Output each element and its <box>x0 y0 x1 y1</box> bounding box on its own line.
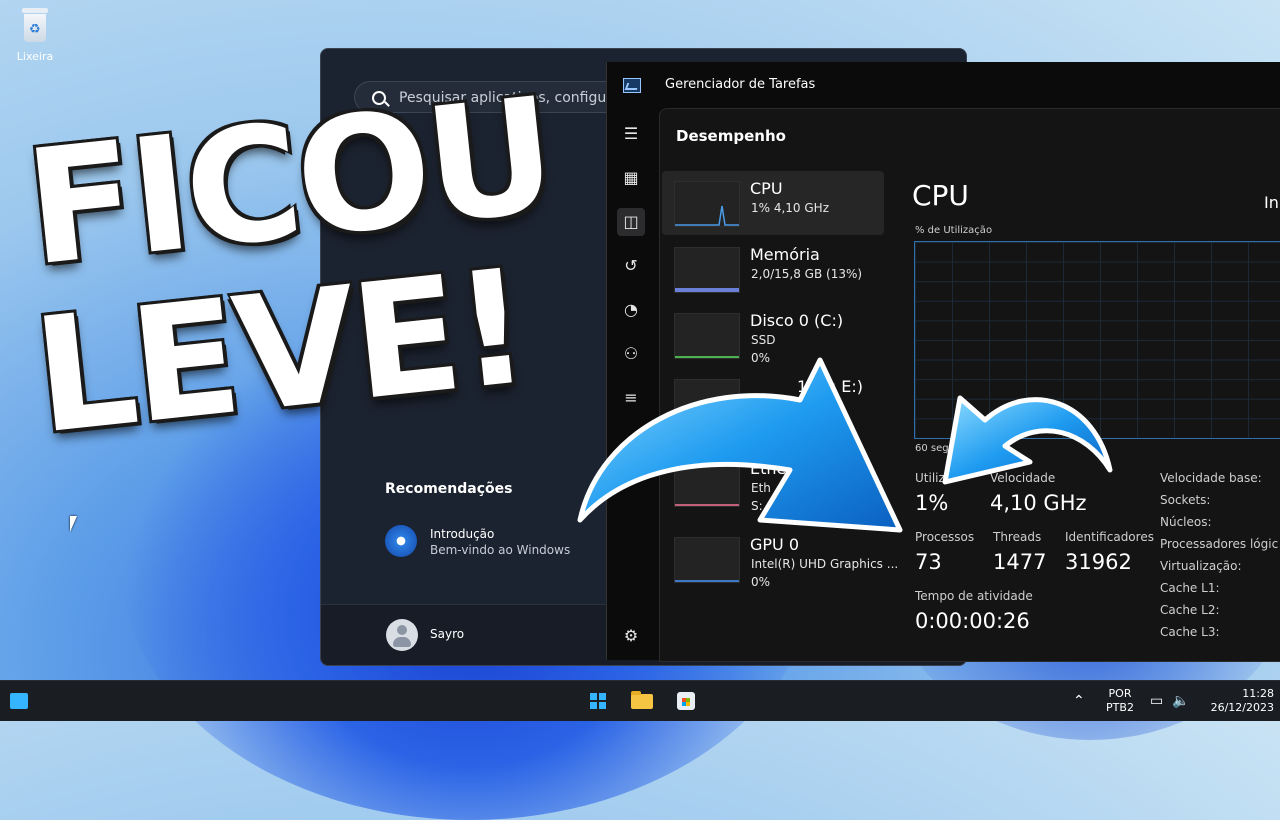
store-button[interactable] <box>671 687 701 715</box>
spec-label: Núcleos: <box>1160 515 1212 529</box>
mouse-cursor-icon <box>70 516 77 532</box>
show-hidden-icons-chevron-icon[interactable]: ⌃ <box>1073 693 1085 709</box>
uptime-value: 0:00:00:26 <box>915 609 1030 633</box>
perf-item-name: CPU <box>750 179 783 198</box>
task-manager-icon <box>623 78 641 93</box>
spec-label: Virtualização: <box>1160 559 1242 573</box>
perf-item-detail: SSD <box>751 333 776 347</box>
file-explorer-button[interactable] <box>627 687 657 715</box>
threads-value: 1477 <box>993 550 1047 574</box>
threads-label: Threads <box>993 530 1042 544</box>
perf-item-disk-c[interactable]: Disco 0 (C:) SSD 0% <box>662 303 884 367</box>
perf-item-detail: 2,0/15,8 GB (13%) <box>751 267 863 281</box>
recycle-bin-icon: ♻ <box>20 8 50 44</box>
spec-label: Velocidade base: <box>1160 471 1262 485</box>
processes-label: Processos <box>915 530 975 544</box>
start-button[interactable] <box>583 687 613 715</box>
cpu-model: In <box>1264 193 1279 212</box>
get-started-icon <box>385 525 417 557</box>
volume-icon[interactable]: 🔈 <box>1172 693 1189 709</box>
settings-gear-icon[interactable]: ⚙ <box>617 622 645 650</box>
clock[interactable]: 11:28 26/12/2023 <box>1202 687 1274 715</box>
language-code: POR <box>1108 687 1132 700</box>
detail-title: CPU <box>912 179 969 212</box>
recycle-bin-shortcut[interactable]: ♻ Lixeira <box>10 8 60 63</box>
taskbar: ⌃ POR PTB2 ▭ 🔈 11:28 26/12/2023 <box>0 680 1280 721</box>
users-icon[interactable]: ⚇ <box>617 340 645 368</box>
perf-item-name: GPU 0 <box>750 535 800 554</box>
perf-item-name: Disco 0 (C:) <box>750 311 844 330</box>
processes-value: 73 <box>915 550 942 574</box>
recommendation-subtitle: Bem-vindo ao Windows <box>430 543 571 557</box>
perf-item-cpu[interactable]: CPU 1% 4,10 GHz <box>662 171 884 235</box>
utilization-label: Utiliz <box>915 471 945 485</box>
cpu-thumb-graph <box>675 205 739 226</box>
perf-item-gpu[interactable]: GPU 0 Intel(R) UHD Graphics ... 0% <box>662 527 898 591</box>
perf-item-value: 0% <box>751 351 771 365</box>
perf-item-ethernet[interactable]: Ether Eth S: 0 <box>662 451 884 515</box>
handles-label: Identificadores <box>1065 530 1154 544</box>
uptime-label: Tempo de atividade <box>915 589 1033 603</box>
handles-value: 31962 <box>1065 550 1132 574</box>
cpu-utilization-graph <box>914 241 1280 439</box>
perf-item-name: Memória <box>750 245 820 264</box>
recycle-bin-label: Lixeira <box>16 50 54 63</box>
perf-item-value: S: 0 <box>751 499 775 513</box>
gpu-thumbnail <box>674 537 740 583</box>
perf-item-detail: 1% 4,10 GHz <box>751 201 830 215</box>
perf-item-name: 1 (D: E:) <box>797 377 864 396</box>
disk-thumbnail <box>674 379 740 425</box>
spec-label: Cache L3: <box>1160 625 1220 639</box>
windows-logo-icon <box>590 693 606 709</box>
spec-label: Cache L1: <box>1160 581 1220 595</box>
recommendation-title: Introdução <box>430 527 495 541</box>
utilization-graph-label: % de Utilização <box>915 225 993 236</box>
performance-pane: Desempenho CPU 1% 4,10 GHz Memória 2,0/1… <box>659 108 1280 662</box>
app-history-icon[interactable]: ↺ <box>617 252 645 280</box>
memory-thumbnail <box>674 247 740 293</box>
recommendation-item[interactable]: Introdução Bem-vindo ao Windows <box>385 523 605 563</box>
perf-item-value: 0% <box>751 575 771 589</box>
widgets-icon <box>10 693 28 709</box>
perf-item-disk-1[interactable]: 1 (D: E:) <box>662 369 884 433</box>
nav-rail: ☰ ▦ ◫ ↺ ◔ ⚇ ≡ ⚙ <box>607 108 655 660</box>
folder-icon <box>631 691 653 709</box>
startup-apps-icon[interactable]: ◔ <box>617 296 645 324</box>
user-avatar[interactable] <box>386 619 418 651</box>
perf-item-detail: Intel(R) UHD Graphics ... <box>751 557 899 571</box>
ethernet-thumbnail <box>674 461 740 507</box>
window-title: Gerenciador de Tarefas <box>665 77 816 92</box>
language-indicator[interactable]: POR PTB2 <box>1104 687 1136 715</box>
processes-icon[interactable]: ▦ <box>617 164 645 192</box>
clock-time: 11:28 <box>1242 687 1274 700</box>
task-manager-window: Gerenciador de Tarefas ☰ ▦ ◫ ↺ ◔ ⚇ ≡ ⚙ D… <box>606 62 1280 662</box>
widgets-button[interactable] <box>4 687 34 715</box>
network-icon[interactable]: ▭ <box>1150 693 1163 709</box>
utilization-value: 1% <box>915 491 949 515</box>
section-title: Desempenho <box>676 127 786 145</box>
user-name[interactable]: Sayro <box>430 627 464 641</box>
cpu-thumbnail <box>674 181 740 227</box>
recommendations-title: Recomendações <box>385 481 513 497</box>
store-icon <box>677 692 695 710</box>
performance-icon[interactable]: ◫ <box>617 208 645 236</box>
perf-item-memory[interactable]: Memória 2,0/15,8 GB (13%) <box>662 237 884 301</box>
title-bar[interactable]: Gerenciador de Tarefas <box>607 62 1280 108</box>
perf-item-name: Ether <box>750 459 793 478</box>
spec-label: Cache L2: <box>1160 603 1220 617</box>
clock-date: 26/12/2023 <box>1210 701 1274 714</box>
details-icon[interactable]: ≡ <box>617 384 645 412</box>
speed-value: 4,10 GHz <box>990 491 1087 515</box>
graph-time-axis-label: 60 seg <box>915 443 949 454</box>
perf-item-detail: Eth <box>751 481 771 495</box>
hamburger-menu-icon[interactable]: ☰ <box>617 120 645 148</box>
keyboard-layout: PTB2 <box>1106 701 1134 714</box>
spec-label: Processadores lógic <box>1160 537 1279 551</box>
speed-label: Velocidade <box>990 471 1056 485</box>
disk-thumbnail <box>674 313 740 359</box>
spec-label: Sockets: <box>1160 493 1211 507</box>
